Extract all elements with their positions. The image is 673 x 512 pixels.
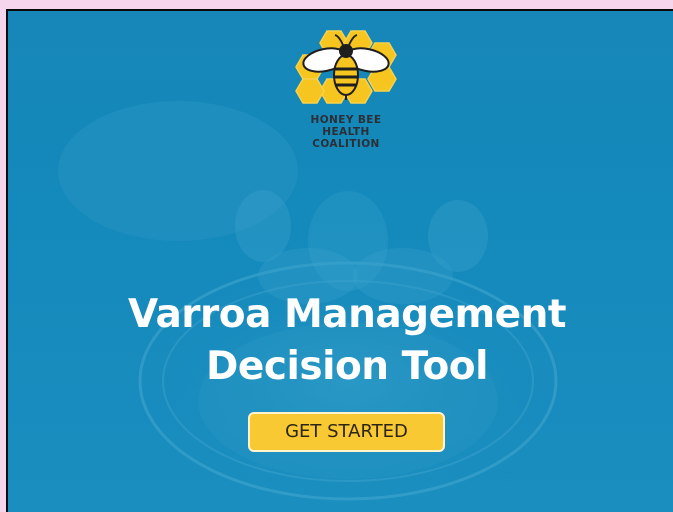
title-line-2: Decision Tool xyxy=(206,344,488,389)
logo-line-2: HEALTH xyxy=(322,126,370,138)
honey-bee-health-coalition-logo: HONEY BEE HEALTH COALITION xyxy=(286,27,406,167)
page-title: Varroa Management Decision Tool xyxy=(8,289,673,393)
logo-wordmark: HONEY BEE HEALTH COALITION xyxy=(286,114,406,150)
title-line-1: Varroa Management xyxy=(127,292,567,337)
bee-on-honeycomb-icon xyxy=(295,30,397,104)
hero-panel: HONEY BEE HEALTH COALITION Varroa Manage… xyxy=(6,9,673,512)
logo-line-1: HONEY BEE xyxy=(310,114,382,126)
get-started-button[interactable]: GET STARTED xyxy=(248,412,445,452)
logo-line-3: COALITION xyxy=(312,138,380,150)
